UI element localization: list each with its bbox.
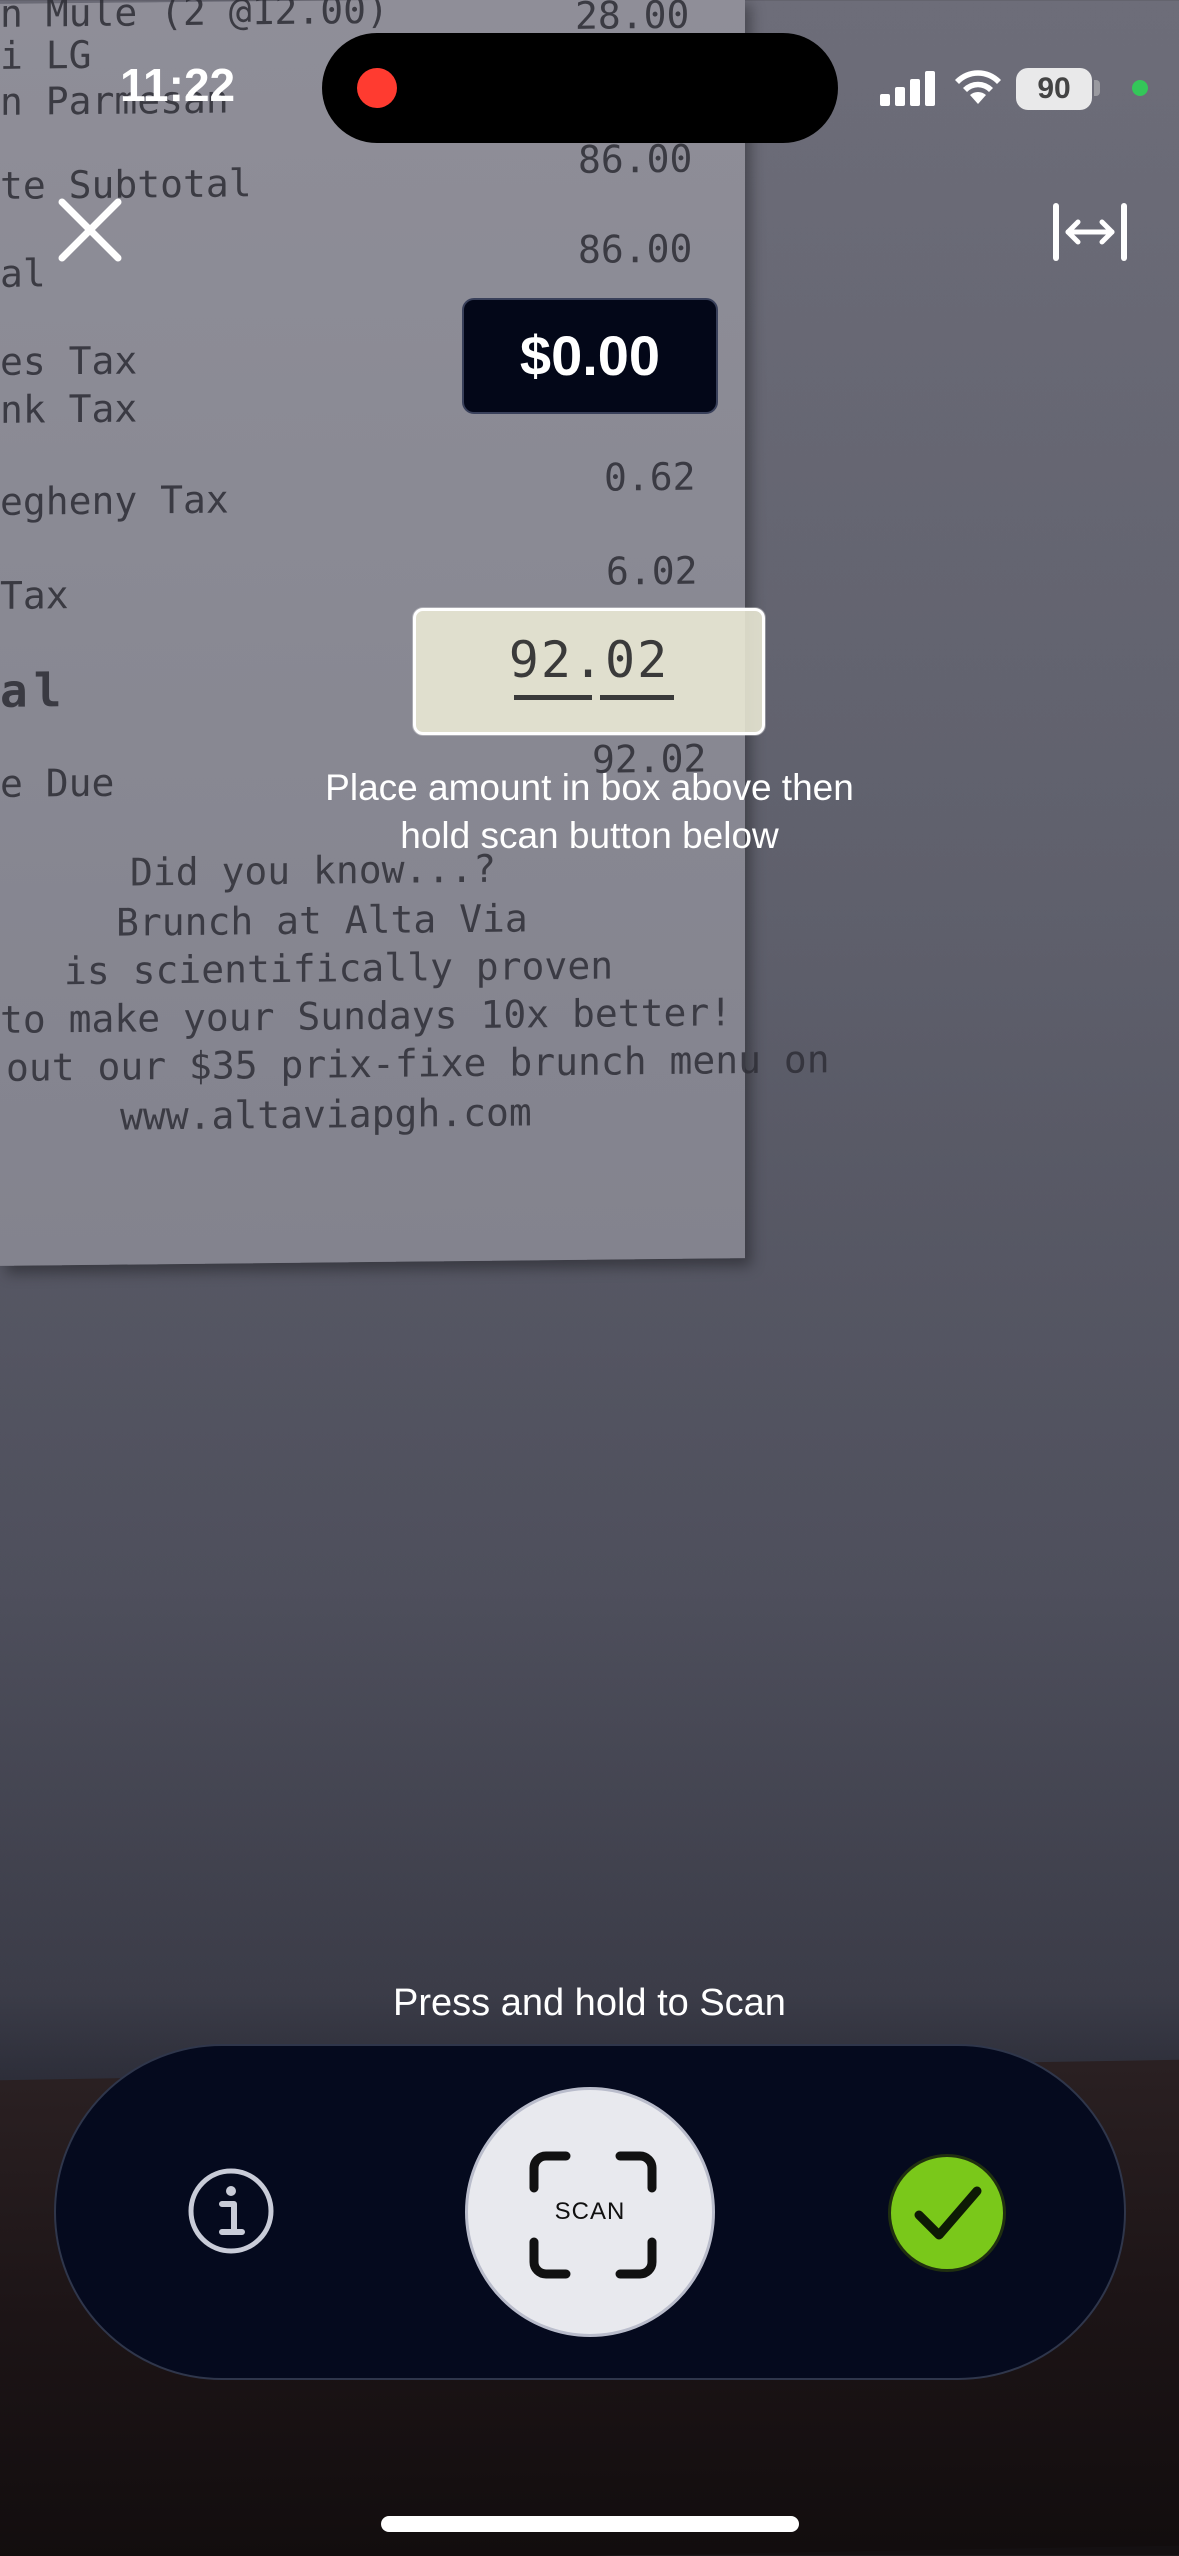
info-button[interactable]	[186, 2166, 276, 2256]
scan-button[interactable]: SCAN	[465, 2087, 715, 2337]
checkmark-icon	[914, 2186, 982, 2240]
wifi-icon	[955, 70, 1001, 104]
receipt-promo-line: Brunch at Alta Via	[116, 896, 528, 945]
recording-indicator-icon	[357, 68, 397, 108]
receipt-line: egheny Tax	[0, 477, 229, 524]
receipt-promo-line: out our $35 prix-fixe brunch menu on	[6, 1037, 830, 1090]
clock: 11:22	[120, 59, 236, 111]
receipt-amount: 0.62	[604, 454, 696, 500]
detected-amount: 92.02	[508, 631, 670, 689]
receipt-amount: 86.00	[578, 226, 693, 272]
camera-in-use-indicator	[1132, 80, 1148, 96]
battery-cap	[1094, 80, 1100, 96]
battery-icon: 90	[1016, 68, 1092, 110]
instructions-line-1: Place amount in box above then	[325, 767, 854, 808]
status-bar: 11:22 90	[0, 0, 1179, 160]
receipt-promo-line: is scientifically proven	[64, 943, 614, 994]
close-icon	[58, 198, 122, 262]
underline	[514, 695, 592, 700]
scan-instructions: Place amount in box above then hold scan…	[240, 764, 939, 860]
close-button[interactable]	[50, 190, 130, 270]
underline	[600, 695, 674, 700]
confirm-button[interactable]	[888, 2154, 1006, 2272]
cellular-signal-icon	[880, 70, 936, 106]
scan-button-label: SCAN	[554, 2198, 626, 2225]
receipt-promo-line: to make your Sundays 10x better!	[0, 990, 733, 1042]
receipt-line: e Due	[0, 760, 115, 806]
scanned-amount-badge: $0.00	[462, 298, 718, 414]
receipt-line: nk Tax	[0, 386, 138, 432]
receipt-line: al	[0, 663, 68, 718]
scan-target-frame: 92.02	[413, 608, 765, 735]
instructions-line-2: hold scan button below	[400, 815, 779, 856]
receipt-amount: 6.02	[606, 548, 698, 594]
expand-width-icon	[1053, 203, 1127, 261]
dynamic-island	[322, 33, 838, 143]
info-icon	[188, 2168, 274, 2254]
expand-width-button[interactable]	[1050, 200, 1130, 264]
receipt-promo-line: www.altaviapgh.com	[120, 1090, 532, 1139]
home-indicator[interactable]	[381, 2516, 799, 2532]
receipt-line: es Tax	[0, 338, 138, 384]
receipt-line: al	[0, 251, 46, 296]
receipt-line: Tax	[0, 573, 69, 618]
press-hold-hint: Press and hold to Scan	[393, 1982, 786, 2024]
